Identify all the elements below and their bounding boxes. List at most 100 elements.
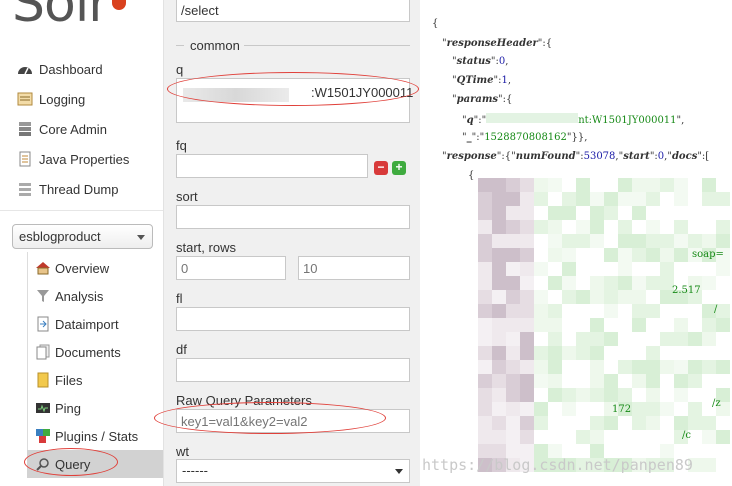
nav-logging-label: Logging	[39, 91, 86, 107]
nav-logging[interactable]: Logging	[0, 84, 163, 114]
core-menu-ping[interactable]: Ping	[27, 394, 163, 422]
logging-icon	[16, 91, 34, 107]
analysis-icon	[35, 288, 51, 304]
core-menu-dataimport-label: Dataimport	[55, 316, 119, 332]
json-fragment-3: /	[714, 304, 718, 315]
json-fragment-5: 172	[612, 404, 632, 415]
json-key-response-header: responseHeader	[446, 38, 538, 49]
common-divider-left	[176, 45, 184, 46]
nav-dashboard-label: Dashboard	[39, 61, 103, 77]
df-label: df	[176, 342, 187, 357]
ping-icon	[35, 400, 51, 416]
json-key-params: params	[456, 94, 499, 105]
query-form: common q :W1501JY000011 fq − + sort star…	[154, 0, 420, 486]
add-fq-button[interactable]: +	[392, 161, 406, 175]
core-menu-documents-label: Documents	[55, 344, 121, 360]
sort-input[interactable]	[176, 205, 410, 229]
fl-input[interactable]	[176, 307, 410, 331]
json-q-value: nt:W1501JY000011	[578, 115, 677, 126]
json-open-brace: {	[432, 18, 439, 29]
json-key-numfound: numFound	[515, 151, 576, 162]
json-start-value: 0	[657, 151, 665, 162]
json-fragment-6: /c	[682, 430, 691, 441]
start-rows-label: start, rows	[176, 240, 236, 255]
json-doc-open-brace: {	[468, 170, 475, 181]
overview-icon	[35, 260, 51, 276]
core-selector-value: esblogproduct	[19, 229, 101, 244]
common-section-label: common	[190, 38, 240, 53]
plugins-icon	[35, 428, 51, 444]
core-selector[interactable]: esblogproduct	[12, 224, 153, 249]
rows-input[interactable]	[298, 256, 410, 280]
json-key-q: q	[466, 115, 474, 126]
core-menu-analysis-label: Analysis	[55, 288, 104, 304]
core-menu-overview-label: Overview	[55, 260, 110, 276]
documents-icon	[35, 344, 51, 360]
chevron-down-icon	[395, 469, 403, 474]
nav-thread-dump[interactable]: Thread Dump	[0, 174, 163, 204]
nav-thread-dump-label: Thread Dump	[39, 181, 119, 197]
nav-java-properties[interactable]: Java Properties	[0, 144, 163, 174]
start-input[interactable]	[176, 256, 286, 280]
remove-fq-button[interactable]: −	[374, 161, 388, 175]
q-label: q	[176, 62, 184, 77]
json-key-status: status	[456, 56, 491, 67]
redacted-document-mosaic	[478, 178, 730, 472]
nav-dashboard[interactable]: Dashboard	[0, 54, 163, 84]
core-menu-analysis[interactable]: Analysis	[27, 282, 163, 310]
json-underscore-line: "_":"1528870808162"}},	[462, 132, 588, 143]
json-key-response: response	[446, 151, 497, 162]
core-menu: Overview Analysis Dataimport Documents F…	[27, 254, 163, 478]
dashboard-icon	[16, 61, 34, 77]
json-response-header: "responseHeader":{	[442, 38, 553, 49]
main-nav: Dashboard Logging Core Admin Java Proper…	[0, 54, 163, 204]
json-q-redacted	[486, 113, 579, 123]
json-key-docs: docs	[671, 151, 698, 162]
watermark: https://blog.csdn.net/panpen89	[422, 456, 693, 474]
solr-flame-icon	[112, 0, 126, 10]
files-icon	[35, 372, 51, 388]
chevron-down-icon	[137, 235, 145, 240]
json-q-line: "q":" nt:W1501JY000011",	[462, 113, 685, 126]
json-response-line: "response":{"numFound":53078,"start":0,"…	[442, 151, 710, 162]
nav-core-admin[interactable]: Core Admin	[0, 114, 163, 144]
thread-dump-icon	[16, 181, 34, 197]
wt-select-value: ------	[182, 463, 208, 478]
dataimport-icon	[35, 316, 51, 332]
fq-input[interactable]	[176, 154, 368, 178]
sidebar: Solr Dashboard Logging Core Admin Java P…	[0, 0, 163, 486]
fq-label: fq	[176, 138, 187, 153]
json-qtime-value: 1	[501, 75, 508, 86]
java-properties-icon	[16, 151, 34, 167]
annotation-circle-q	[167, 72, 419, 106]
wt-label: wt	[176, 444, 189, 459]
core-menu-dataimport[interactable]: Dataimport	[27, 310, 163, 338]
nav-core-admin-label: Core Admin	[39, 121, 107, 137]
nav-java-properties-label: Java Properties	[39, 151, 130, 167]
json-key-start: start	[623, 151, 650, 162]
common-divider-right	[244, 45, 410, 46]
json-params-line: "params":{	[452, 94, 513, 105]
response-panel: { "responseHeader":{ "status":0, "QTime"…	[420, 0, 732, 486]
core-menu-plugins-stats[interactable]: Plugins / Stats	[27, 422, 163, 450]
core-menu-files-label: Files	[55, 372, 83, 388]
core-menu-ping-label: Ping	[55, 400, 82, 416]
json-status-line: "status":0,	[452, 56, 509, 67]
wt-select[interactable]: ------	[176, 459, 410, 483]
json-numfound-value: 53078	[583, 151, 616, 162]
json-key-underscore: _	[466, 132, 472, 143]
core-menu-overview[interactable]: Overview	[27, 254, 163, 282]
json-status-value: 0	[498, 56, 506, 67]
json-key-qtime: QTime	[456, 75, 494, 86]
core-menu-plugins-stats-label: Plugins / Stats	[55, 428, 139, 444]
core-admin-icon	[16, 121, 34, 137]
sidebar-divider	[0, 210, 163, 211]
json-qtime-line: "QTime":1,	[452, 75, 512, 86]
json-underscore-value: 1528870808162	[484, 132, 567, 143]
sort-label: sort	[176, 189, 198, 204]
core-menu-documents[interactable]: Documents	[27, 338, 163, 366]
request-handler-input[interactable]	[176, 0, 410, 22]
core-menu-files[interactable]: Files	[27, 366, 163, 394]
df-input[interactable]	[176, 358, 410, 382]
json-fragment-1: soap=	[692, 249, 724, 260]
